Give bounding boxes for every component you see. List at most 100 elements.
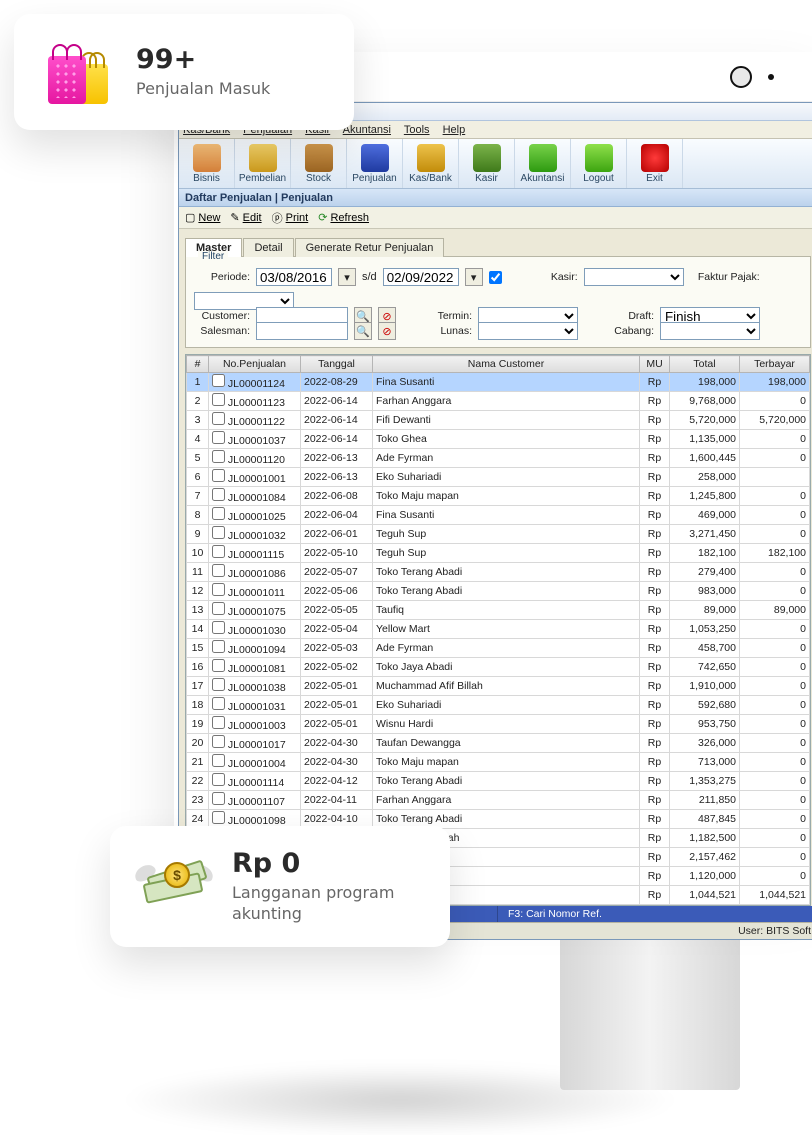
table-row[interactable]: 1 JL000011242022-08-29Fina SusantiRp198,…	[187, 373, 810, 392]
edit-button[interactable]: ✎Edit	[230, 211, 261, 224]
table-row[interactable]: 5 JL000011202022-06-13Ade FyrmanRp1,600,…	[187, 449, 810, 468]
table-row[interactable]: 21 JL000010042022-04-30Toko Maju mapanRp…	[187, 753, 810, 772]
salesman-search-icon[interactable]: 🔍	[354, 322, 372, 340]
row-checkbox[interactable]	[212, 450, 225, 463]
cabang-select[interactable]	[660, 322, 760, 340]
table-row[interactable]: 6 JL000010012022-06-13Eko SuhariadiRp258…	[187, 468, 810, 487]
table-row[interactable]: 16 JL000010812022-05-02Toko Jaya AbadiRp…	[187, 658, 810, 677]
table-row[interactable]: 14 JL000010302022-05-04Yellow MartRp1,05…	[187, 620, 810, 639]
row-checkbox[interactable]	[212, 792, 225, 805]
periode-label: Periode:	[194, 271, 250, 283]
row-checkbox[interactable]	[212, 545, 225, 558]
row-checkbox[interactable]	[212, 507, 225, 520]
menu-help[interactable]: Help	[443, 124, 466, 136]
table-row[interactable]: 19 JL000010032022-05-01Wisnu HardiRp953,…	[187, 715, 810, 734]
table-row[interactable]: 7 JL000010842022-06-08Toko Maju mapanRp1…	[187, 487, 810, 506]
row-checkbox[interactable]	[212, 735, 225, 748]
main-toolbar: BisnisPembelianStockPenjualanKas/BankKas…	[179, 139, 812, 189]
table-row[interactable]: 11 JL000010862022-05-07Toko Terang Abadi…	[187, 563, 810, 582]
salesman-label: Salesman:	[194, 325, 250, 337]
col-header[interactable]: Total	[670, 356, 740, 373]
row-checkbox[interactable]	[212, 583, 225, 596]
promo-sales-value: 99+	[136, 44, 270, 75]
faktur-label: Faktur Pajak:	[690, 271, 760, 283]
salesman-input[interactable]	[256, 322, 348, 340]
toolbar-button-kasir[interactable]: Kasir	[459, 139, 515, 188]
row-checkbox[interactable]	[212, 526, 225, 539]
toolbar-button-penjualan[interactable]: Penjualan	[347, 139, 403, 188]
stock-icon	[305, 144, 333, 172]
status-user: User: BITS Soft	[738, 925, 811, 937]
exit-icon	[641, 144, 669, 172]
toolbar-button-kasbank[interactable]: Kas/Bank	[403, 139, 459, 188]
row-checkbox[interactable]	[212, 659, 225, 672]
refresh-button[interactable]: ⟳Refresh	[318, 211, 369, 224]
salesman-clear-icon[interactable]: ⊘	[378, 322, 396, 340]
row-checkbox[interactable]	[212, 412, 225, 425]
row-checkbox[interactable]	[212, 374, 225, 387]
table-row[interactable]: 15 JL000010942022-05-03Ade FyrmanRp458,7…	[187, 639, 810, 658]
akuntansi-icon	[529, 144, 557, 172]
kasir-select[interactable]	[584, 268, 684, 286]
row-checkbox[interactable]	[212, 564, 225, 577]
toolbar-button-bisnis[interactable]: Bisnis	[179, 139, 235, 188]
table-row[interactable]: 4 JL000010372022-06-14Toko GheaRp1,135,0…	[187, 430, 810, 449]
row-checkbox[interactable]	[212, 773, 225, 786]
table-row[interactable]: 2 JL000011232022-06-14Farhan AnggaraRp9,…	[187, 392, 810, 411]
tab-generate-retur[interactable]: Generate Retur Penjualan	[295, 238, 445, 257]
promo-price-label: Langganan program akunting	[232, 883, 422, 925]
toolbar-button-pembelian[interactable]: Pembelian	[235, 139, 291, 188]
menu-tools[interactable]: Tools	[404, 124, 430, 136]
menu-akuntansi[interactable]: Akuntansi	[343, 124, 391, 136]
row-checkbox[interactable]	[212, 602, 225, 615]
table-row[interactable]: 13 JL000010752022-05-05TaufiqRp89,00089,…	[187, 601, 810, 620]
sales-grid[interactable]: #No.PenjualanTanggalNama CustomerMUTotal…	[185, 354, 811, 906]
table-row[interactable]: 10 JL000011152022-05-10Teguh SupRp182,10…	[187, 544, 810, 563]
table-row[interactable]: 9 JL000010322022-06-01Teguh SupRp3,271,4…	[187, 525, 810, 544]
print-button[interactable]: ⓟPrint	[272, 210, 309, 226]
lunas-select[interactable]	[478, 322, 578, 340]
row-checkbox[interactable]	[212, 678, 225, 691]
table-row[interactable]: 20 JL000010172022-04-30Taufan DewanggaRp…	[187, 734, 810, 753]
table-row[interactable]: 17 JL000010382022-05-01Muchammad Afif Bi…	[187, 677, 810, 696]
toolbar-button-exit[interactable]: Exit	[627, 139, 683, 188]
customer-label: Customer:	[194, 310, 250, 322]
col-header[interactable]: Nama Customer	[373, 356, 640, 373]
row-checkbox[interactable]	[212, 716, 225, 729]
periode-from-calendar-icon[interactable]: ▾	[338, 268, 356, 286]
termin-label: Termin:	[402, 310, 472, 322]
periode-to-calendar-icon[interactable]: ▾	[465, 268, 483, 286]
table-row[interactable]: 12 JL000010112022-05-06Toko Terang Abadi…	[187, 582, 810, 601]
toolbar-button-akuntansi[interactable]: Akuntansi	[515, 139, 571, 188]
row-checkbox[interactable]	[212, 754, 225, 767]
periode-enable-checkbox[interactable]	[489, 271, 502, 284]
row-checkbox[interactable]	[212, 431, 225, 444]
new-button[interactable]: ▢New	[185, 211, 220, 224]
table-row[interactable]: 23 JL000011072022-04-11Farhan AnggaraRp2…	[187, 791, 810, 810]
tab-detail[interactable]: Detail	[243, 238, 293, 257]
col-header[interactable]: #	[187, 356, 209, 373]
periode-from-input[interactable]	[256, 268, 332, 286]
row-checkbox[interactable]	[212, 640, 225, 653]
row-checkbox[interactable]	[212, 393, 225, 406]
row-checkbox[interactable]	[212, 621, 225, 634]
table-row[interactable]: 3 JL000011222022-06-14Fifi DewantiRp5,72…	[187, 411, 810, 430]
periode-to-input[interactable]	[383, 268, 459, 286]
toolbar-button-stock[interactable]: Stock	[291, 139, 347, 188]
col-header[interactable]: Tanggal	[301, 356, 373, 373]
col-header[interactable]: MU	[640, 356, 670, 373]
sub-toolbar: ▢New ✎Edit ⓟPrint ⟳Refresh	[179, 207, 812, 229]
table-row[interactable]: 22 JL000011142022-04-12Toko Terang Abadi…	[187, 772, 810, 791]
col-header[interactable]: No.Penjualan	[209, 356, 301, 373]
row-checkbox[interactable]	[212, 697, 225, 710]
filter-heading: Filter	[198, 251, 228, 262]
table-row[interactable]: 18 JL000010312022-05-01Eko SuhariadiRp59…	[187, 696, 810, 715]
row-checkbox[interactable]	[212, 811, 225, 824]
col-header[interactable]: Terbayar	[740, 356, 810, 373]
row-checkbox[interactable]	[212, 469, 225, 482]
row-checkbox[interactable]	[212, 488, 225, 501]
table-row[interactable]: 8 JL000010252022-06-04Fina SusantiRp469,…	[187, 506, 810, 525]
penjualan-icon	[361, 144, 389, 172]
promo-card-price: $ Rp 0 Langganan program akunting	[110, 826, 450, 947]
toolbar-button-logout[interactable]: Logout	[571, 139, 627, 188]
